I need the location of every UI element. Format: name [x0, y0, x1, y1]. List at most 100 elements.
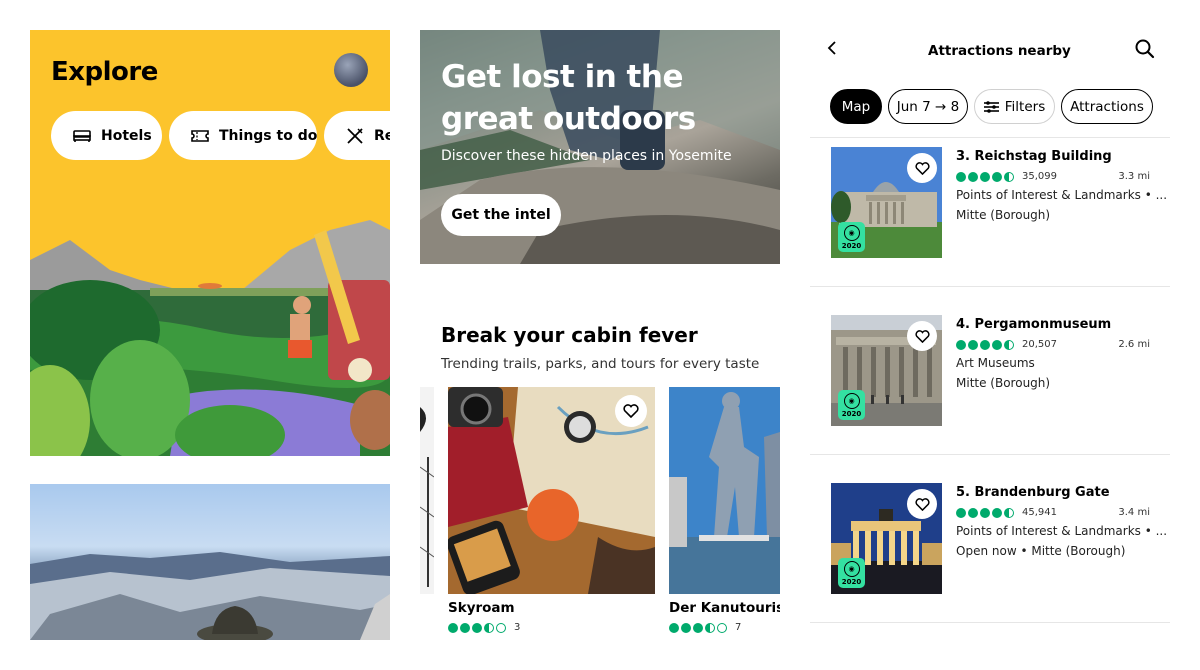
search-icon: [1135, 39, 1155, 59]
distance-label: 3.3 mi: [1118, 171, 1150, 182]
travelers-choice-badge: ◉ 2020: [838, 558, 865, 588]
rating-bubble: [1004, 171, 1014, 182]
owl-icon: ◉: [843, 393, 860, 409]
heart-icon: [914, 329, 930, 343]
card-image[interactable]: [669, 387, 780, 594]
explore-header: Explore Hotels Things to do Re: [30, 30, 390, 456]
utensils-icon: [347, 127, 363, 144]
page-title: Explore: [51, 57, 158, 87]
things-to-do-pill-button[interactable]: Things to do: [169, 111, 317, 160]
attraction-image[interactable]: ◉ 2020: [831, 147, 942, 258]
section-title: Break your cabin fever: [441, 323, 698, 347]
card-image[interactable]: [448, 387, 655, 594]
card-peek-image: [420, 407, 434, 587]
restaurants-pill-button[interactable]: Re: [324, 111, 390, 160]
rating-bubble: [693, 622, 703, 633]
rating-bubble: [669, 622, 679, 633]
rating-bubbles: 35,099: [956, 171, 1057, 182]
filters-chip[interactable]: Filters: [974, 89, 1055, 124]
location-label: Mitte (Borough): [956, 208, 1051, 222]
mountain-photo: [30, 484, 390, 640]
rating-bubble: [460, 622, 470, 633]
distance-label: 2.6 mi: [1118, 339, 1150, 350]
review-count: 35,099: [1022, 171, 1057, 182]
rating-bubble: [980, 339, 990, 350]
get-the-intel-button[interactable]: Get the intel: [441, 194, 561, 236]
attraction-image[interactable]: ◉ 2020: [831, 315, 942, 426]
hero-headline: Get lost in the great outdoors: [441, 59, 696, 137]
rating-bubble: [968, 171, 978, 182]
back-button[interactable]: [827, 40, 837, 61]
location-label: Open now • Mitte (Borough): [956, 544, 1126, 558]
rating-bubble: [956, 171, 966, 182]
review-count: 20,507: [1022, 339, 1057, 350]
attraction-name[interactable]: 3. Reichstag Building: [956, 149, 1112, 164]
mountain-scene: [30, 552, 390, 640]
category-label: Points of Interest & Landmarks • ...: [956, 524, 1168, 538]
category-label: Points of Interest & Landmarks • ...: [956, 188, 1168, 202]
hero-subtitle: Discover these hidden places in Yosemite: [441, 148, 732, 164]
owl-icon: ◉: [843, 561, 860, 577]
divider: [810, 454, 1170, 455]
sliders-icon: [983, 100, 999, 113]
map-filter-chip[interactable]: Map: [830, 89, 882, 124]
rating-bubbles: 20,507: [956, 339, 1057, 350]
rating-bubble: [956, 507, 966, 518]
card-title[interactable]: Der Kanutourist D: [669, 600, 780, 616]
attraction-image[interactable]: ◉ 2020: [831, 483, 942, 594]
save-heart-button[interactable]: [907, 489, 937, 519]
category-label: Art Museums: [956, 356, 1035, 370]
heart-icon: [914, 161, 930, 175]
save-heart-button[interactable]: [615, 395, 647, 427]
rating-bubbles: 3: [448, 622, 520, 633]
rating-bubble: [681, 622, 691, 633]
screen-title: Attractions nearby: [928, 43, 1071, 59]
owl-icon: ◉: [843, 225, 860, 241]
rating-bubble: [484, 622, 494, 633]
filters-chip-label: Filters: [1004, 98, 1046, 115]
pill-label: Things to do: [219, 127, 318, 144]
rating-bubble: [717, 622, 727, 633]
divider: [810, 137, 1170, 138]
review-count: 45,941: [1022, 507, 1057, 518]
card-title[interactable]: Skyroam: [448, 600, 655, 616]
distance-label: 3.4 mi: [1118, 507, 1150, 518]
rating-bubble: [1004, 507, 1014, 518]
hotels-pill-button[interactable]: Hotels: [51, 111, 162, 160]
travelers-choice-badge: ◉ 2020: [838, 390, 865, 420]
pill-label: Hotels: [101, 127, 152, 144]
card-peek[interactable]: [420, 387, 434, 594]
rating-bubble: [448, 622, 458, 633]
rating-bubble: [1004, 339, 1014, 350]
hero-banner[interactable]: Get lost in the great outdoors Discover …: [420, 30, 780, 264]
save-heart-button[interactable]: [907, 153, 937, 183]
rating-bubble: [968, 339, 978, 350]
avatar[interactable]: [334, 53, 368, 87]
ticket-icon: [191, 129, 209, 142]
bed-icon: [73, 129, 91, 142]
heart-icon: [623, 404, 639, 418]
rating-bubbles: 45,941: [956, 507, 1057, 518]
rating-bubble: [980, 507, 990, 518]
review-count: 3: [514, 622, 521, 633]
divider: [810, 622, 1170, 623]
review-count: 7: [735, 622, 742, 633]
attraction-name[interactable]: 5. Brandenburg Gate: [956, 485, 1110, 500]
heart-icon: [914, 497, 930, 511]
chevron-left-icon: [827, 41, 836, 55]
section-subtitle: Trending trails, parks, and tours for ev…: [441, 356, 760, 372]
rating-bubbles: 7: [669, 622, 741, 633]
rating-bubble: [956, 339, 966, 350]
rating-bubble: [705, 622, 715, 633]
molecule-man-photo: [669, 387, 780, 594]
search-button[interactable]: [1134, 38, 1156, 64]
location-label: Mitte (Borough): [956, 376, 1051, 390]
date-filter-chip[interactable]: Jun 7 → 8: [888, 89, 968, 124]
save-heart-button[interactable]: [907, 321, 937, 351]
award-year: 2020: [841, 578, 862, 586]
pill-label: Re: [374, 127, 390, 144]
attractions-filter-chip[interactable]: Attractions: [1061, 89, 1153, 124]
rating-bubble: [980, 171, 990, 182]
attraction-name[interactable]: 4. Pergamonmuseum: [956, 317, 1111, 332]
rating-bubble: [992, 507, 1002, 518]
